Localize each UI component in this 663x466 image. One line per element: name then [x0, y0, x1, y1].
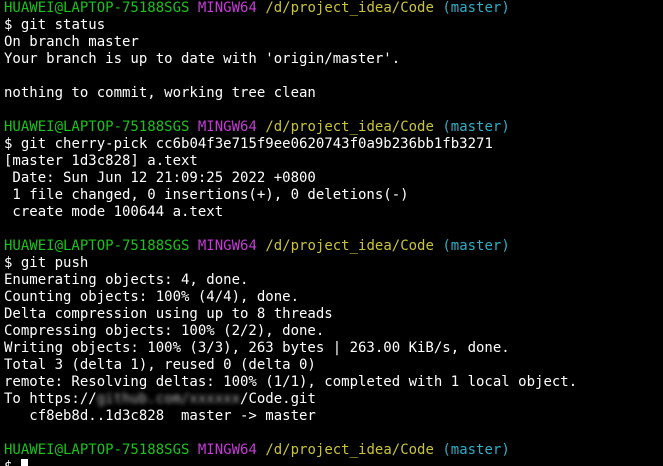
prompt-line: HUAWEI@LAPTOP-75188SGS MINGW64 /d/projec… — [4, 0, 663, 17]
command-line: $ git push — [4, 255, 663, 272]
prompt-env: MINGW64 — [197, 119, 257, 135]
prompt-path: /d/project_idea/Code — [265, 0, 434, 16]
prompt-symbol: $ — [4, 255, 13, 271]
command-text: git cherry-pick cc6b04f3e715f9ee0620743f… — [20, 136, 493, 152]
prompt-line: HUAWEI@LAPTOP-75188SGS MINGW64 /d/projec… — [4, 442, 663, 459]
prompt-user-host: HUAWEI@LAPTOP-75188SGS — [4, 0, 190, 16]
prompt-path: /d/project_idea/Code — [265, 442, 434, 458]
prompt-symbol: $ — [4, 136, 13, 152]
active-command-line[interactable]: $ — [4, 459, 663, 466]
output-line: nothing to commit, working tree clean — [4, 85, 316, 101]
output-line: On branch master — [4, 34, 139, 50]
output-line: Writing objects: 100% (3/3), 263 bytes |… — [4, 340, 510, 356]
output-line: cf8eb8d..1d3c828 master -> master — [4, 408, 316, 424]
prompt-user-host: HUAWEI@LAPTOP-75188SGS — [4, 238, 190, 254]
text-cursor[interactable] — [20, 459, 28, 466]
redacted-url-part: github.com/xxxxxx — [96, 391, 241, 407]
output-line: Date: Sun Jun 12 21:09:25 2022 +0800 — [4, 170, 316, 186]
prompt-branch: (master) — [442, 442, 510, 458]
output-line: Delta compression using up to 8 threads — [4, 306, 333, 322]
prompt-branch: (master) — [442, 238, 510, 254]
prompt-branch: (master) — [442, 119, 510, 135]
remote-url-line: To https://github.com/xxxxxx/Code.git — [4, 391, 663, 408]
output-line: Your branch is up to date with 'origin/m… — [4, 51, 401, 67]
prompt-env: MINGW64 — [197, 0, 257, 16]
prompt-env: MINGW64 — [197, 238, 257, 254]
command-line: $ git cherry-pick cc6b04f3e715f9ee062074… — [4, 136, 663, 153]
command-text: git push — [20, 255, 89, 271]
prompt-line: HUAWEI@LAPTOP-75188SGS MINGW64 /d/projec… — [4, 238, 663, 255]
remote-url-prefix: To https:// — [4, 391, 97, 407]
output-line: 1 file changed, 0 insertions(+), 0 delet… — [4, 187, 409, 203]
prompt-branch: (master) — [442, 0, 510, 16]
output-line: Enumerating objects: 4, done. — [4, 272, 249, 288]
command-text: git status — [20, 17, 106, 33]
remote-url-suffix: /Code.git — [240, 391, 316, 407]
output-line: Counting objects: 100% (4/4), done. — [4, 289, 300, 305]
output-line: [master 1d3c828] a.text — [4, 153, 198, 169]
prompt-user-host: HUAWEI@LAPTOP-75188SGS — [4, 442, 190, 458]
output-line: Compressing objects: 100% (2/2), done. — [4, 323, 325, 339]
output-line: create mode 100644 a.text — [4, 204, 224, 220]
prompt-env: MINGW64 — [197, 442, 257, 458]
terminal-window[interactable]: HUAWEI@LAPTOP-75188SGS MINGW64 /d/projec… — [0, 0, 663, 466]
prompt-symbol: $ — [4, 459, 12, 466]
prompt-path: /d/project_idea/Code — [265, 119, 434, 135]
output-line: remote: Resolving deltas: 100% (1/1), co… — [4, 374, 578, 390]
prompt-line: HUAWEI@LAPTOP-75188SGS MINGW64 /d/projec… — [4, 119, 663, 136]
prompt-user-host: HUAWEI@LAPTOP-75188SGS — [4, 119, 190, 135]
prompt-symbol: $ — [4, 17, 13, 33]
output-line: Total 3 (delta 1), reused 0 (delta 0) — [4, 357, 316, 373]
prompt-path: /d/project_idea/Code — [265, 238, 434, 254]
command-line: $ git status — [4, 17, 663, 34]
